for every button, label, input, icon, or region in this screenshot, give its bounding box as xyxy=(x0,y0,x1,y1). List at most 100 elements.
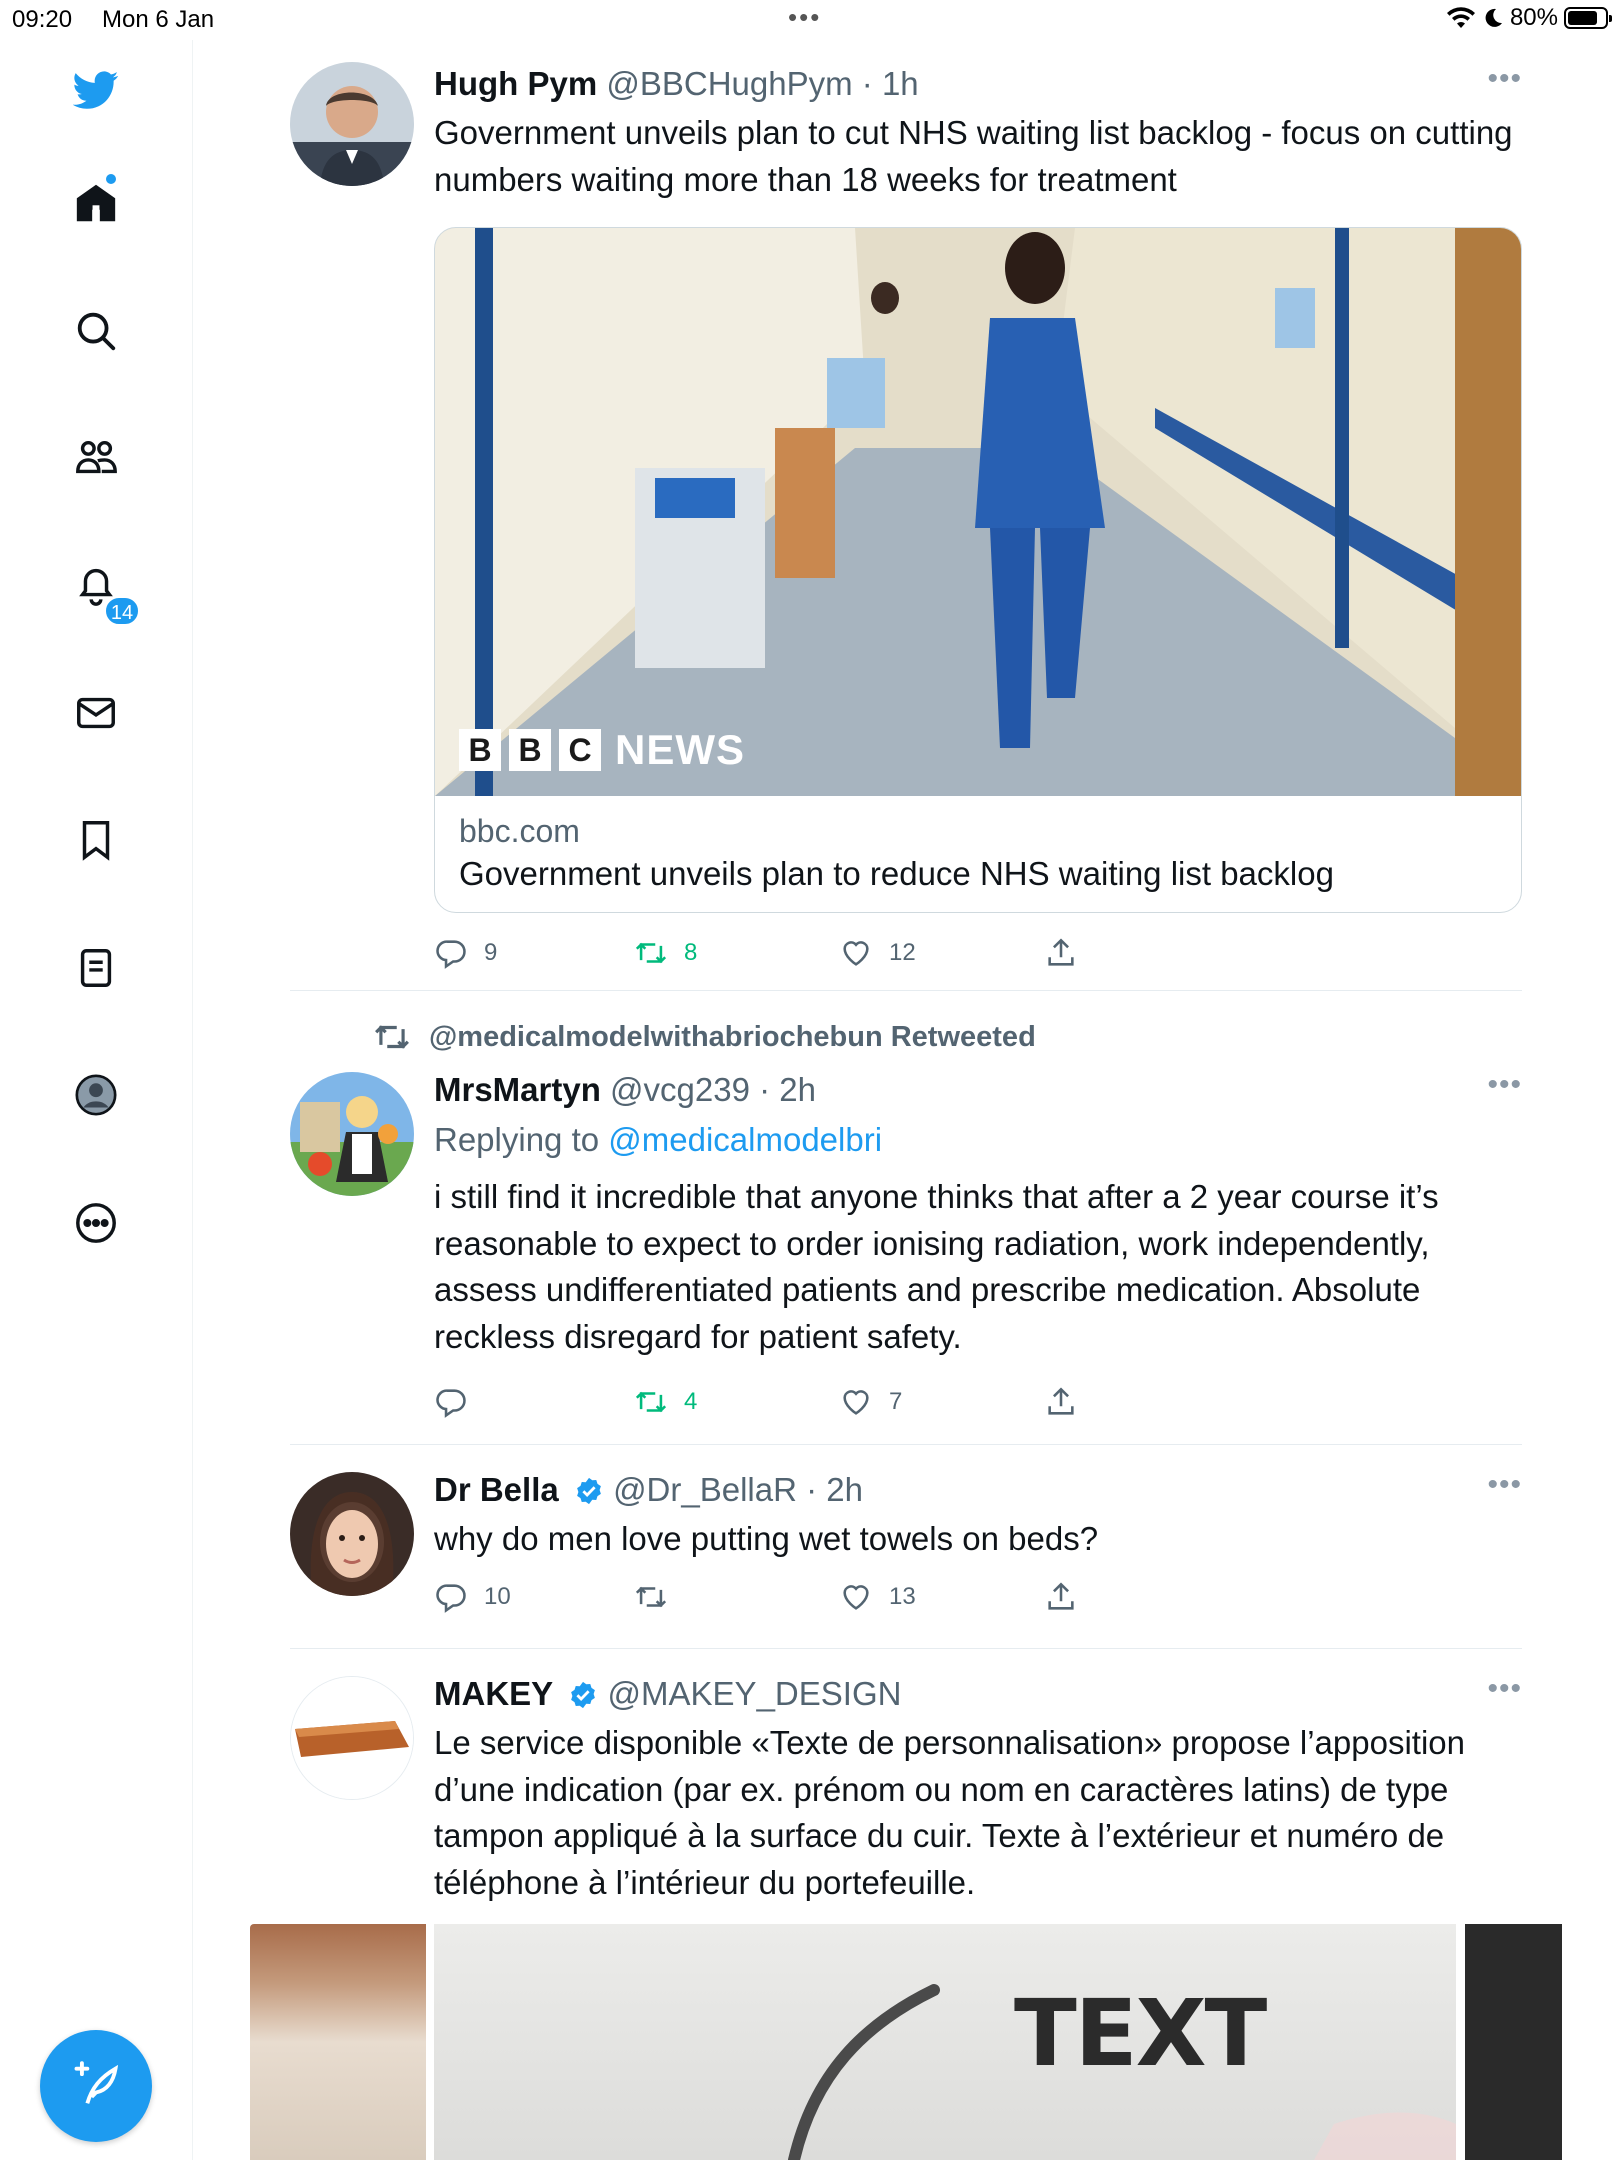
tweet-more-icon[interactable]: ••• xyxy=(1487,1068,1522,1102)
divider xyxy=(290,990,1522,991)
status-bar: 09:20 Mon 6 Jan ••• 80% xyxy=(0,0,1620,40)
heart-icon xyxy=(843,1584,869,1610)
battery-percent: 80% xyxy=(1509,4,1558,31)
timestamp[interactable]: · 2h xyxy=(806,1471,863,1508)
twitter-logo-icon[interactable] xyxy=(66,60,126,120)
card-image: B B C NEWS xyxy=(435,228,1521,796)
replying-to-link[interactable]: @medicalmodelbri xyxy=(608,1121,882,1158)
share-icon xyxy=(1048,1387,1074,1415)
reply-button[interactable]: 9 xyxy=(434,931,497,975)
share-button[interactable] xyxy=(1044,1575,1078,1619)
retweet-button[interactable]: 8 xyxy=(634,931,697,975)
tweet-text: i still find it incredible that anyone t… xyxy=(434,1178,1439,1355)
more-options-icon[interactable] xyxy=(66,1193,126,1253)
feather-plus-icon xyxy=(74,2061,119,2104)
retweet-icon xyxy=(375,1025,409,1049)
media-text: TEXT xyxy=(1014,1980,1267,2087)
reply-icon xyxy=(436,1583,466,1613)
share-icon xyxy=(1048,938,1074,966)
like-button[interactable]: 12 xyxy=(839,931,916,975)
profile-avatar-icon[interactable] xyxy=(66,1065,126,1125)
tweet[interactable]: Hugh Pym @BBCHughPym · 1h ••• Government… xyxy=(290,62,1522,969)
verified-badge-icon xyxy=(577,1477,601,1505)
reply-count: 9 xyxy=(484,939,498,966)
tweet-header: MrsMartyn @vcg239 · 2h xyxy=(434,1068,1522,1112)
retweet-button[interactable]: 4 xyxy=(634,1380,697,1424)
tweet-header: Dr Bella @Dr_BellaR · 2h xyxy=(434,1468,1522,1512)
tweet-text: Government unveils plan to cut NHS waiti… xyxy=(434,114,1513,198)
reply-icon xyxy=(436,1389,466,1418)
media-image[interactable] xyxy=(250,1924,426,2160)
wifi-icon xyxy=(1446,7,1475,28)
bookmarks-icon[interactable] xyxy=(66,810,126,870)
replying-to-line: Replying to @medicalmodelbri xyxy=(434,1121,883,1158)
display-name[interactable]: MAKEY xyxy=(434,1675,553,1712)
reply-button[interactable] xyxy=(434,1380,484,1424)
avatar[interactable] xyxy=(290,1472,414,1596)
media-carousel[interactable]: TEXT xyxy=(250,1924,1562,2160)
tweet[interactable]: Dr Bella @Dr_BellaR · 2h ••• why do men … xyxy=(290,1468,1522,1628)
divider xyxy=(290,1444,1522,1445)
tweet-more-icon[interactable]: ••• xyxy=(1487,1468,1522,1502)
handle[interactable]: @MAKEY_DESIGN xyxy=(608,1675,902,1712)
card-title: Government unveils plan to reduce NHS wa… xyxy=(459,855,1334,892)
reply-button[interactable]: 10 xyxy=(434,1575,511,1619)
media-image[interactable]: TEXT xyxy=(434,1924,1456,2160)
do-not-disturb-moon-icon xyxy=(1485,8,1502,27)
retweet-count: 4 xyxy=(684,1388,698,1415)
tweet-header: MAKEY @MAKEY_DESIGN xyxy=(434,1672,1522,1716)
retweet-count: 8 xyxy=(684,939,698,966)
tweet-actions: 10 13 xyxy=(434,1575,1522,1619)
multitasking-dots-icon[interactable]: ••• xyxy=(788,2,821,33)
display-name[interactable]: Hugh Pym xyxy=(434,65,597,102)
lists-icon[interactable] xyxy=(66,938,126,998)
heart-icon xyxy=(843,1390,869,1415)
reply-count: 10 xyxy=(484,1582,511,1610)
tweet-more-icon[interactable]: ••• xyxy=(1487,62,1522,96)
timestamp[interactable]: · 1h xyxy=(862,65,919,102)
handle[interactable]: @vcg239 xyxy=(610,1071,750,1108)
retweet-icon xyxy=(635,1586,667,1607)
clock: 09:20 xyxy=(12,6,73,33)
date: Mon 6 Jan xyxy=(102,6,215,33)
timestamp[interactable]: · 2h xyxy=(759,1071,816,1108)
tweet[interactable]: MrsMartyn @vcg239 · 2h ••• Replying to @… xyxy=(290,1068,1522,1428)
status-indicators: 80% xyxy=(1446,4,1612,32)
display-name[interactable]: Dr Bella xyxy=(434,1471,559,1508)
share-button[interactable] xyxy=(1044,931,1078,975)
tweet[interactable]: MAKEY @MAKEY_DESIGN ••• Le service dispo… xyxy=(290,1672,1522,1912)
display-name[interactable]: MrsMartyn xyxy=(434,1071,601,1108)
tweet-more-icon[interactable]: ••• xyxy=(1487,1672,1522,1706)
media-image[interactable] xyxy=(1465,1924,1562,2160)
avatar[interactable] xyxy=(290,1072,414,1196)
reply-icon xyxy=(436,940,466,969)
like-button[interactable]: 13 xyxy=(839,1575,916,1619)
retweeted-by-text: @medicalmodelwithabriochebun Retweeted xyxy=(429,1020,1036,1053)
like-count: 12 xyxy=(889,939,916,966)
like-button[interactable]: 7 xyxy=(839,1380,902,1424)
handle[interactable]: @BBCHughPym xyxy=(606,65,852,102)
link-card[interactable]: B B C NEWS bbc.com Government unveils pl… xyxy=(434,227,1522,913)
like-count: 7 xyxy=(889,1388,903,1415)
communities-icon[interactable] xyxy=(66,428,126,488)
avatar[interactable] xyxy=(290,1676,414,1800)
compose-tweet-button[interactable] xyxy=(40,2030,152,2142)
avatar[interactable] xyxy=(290,62,414,186)
tweet-actions: 4 7 xyxy=(434,1380,1522,1424)
tweet-actions: 9 8 12 xyxy=(434,931,1522,975)
share-button[interactable] xyxy=(1044,1380,1078,1424)
retweeted-by-line[interactable]: @medicalmodelwithabriochebun Retweeted xyxy=(373,1018,1036,1056)
bbc-news-logo: B B C NEWS xyxy=(459,726,745,774)
tweet-text: why do men love putting wet towels on be… xyxy=(434,1520,1099,1557)
notifications-badge: 14 xyxy=(104,596,140,626)
sidebar-nav: 14 xyxy=(0,40,193,2160)
search-icon[interactable] xyxy=(66,301,126,361)
retweet-button[interactable] xyxy=(634,1575,684,1619)
divider xyxy=(290,1648,1522,1649)
retweet-icon xyxy=(635,1391,667,1413)
card-domain: bbc.com xyxy=(459,813,580,849)
messages-envelope-icon[interactable] xyxy=(66,683,126,743)
heart-icon xyxy=(843,941,869,966)
tweet-text: Le service disponible «Texte de personna… xyxy=(434,1724,1466,1901)
handle[interactable]: @Dr_BellaR xyxy=(613,1471,797,1508)
